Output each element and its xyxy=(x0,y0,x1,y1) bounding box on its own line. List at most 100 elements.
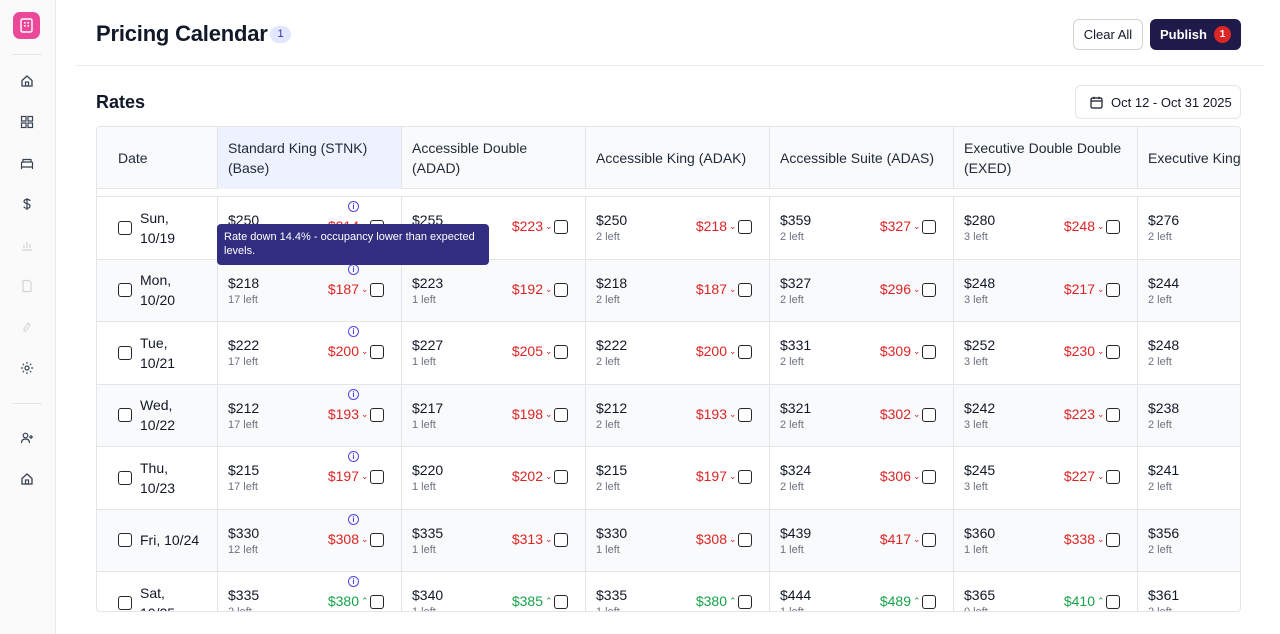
rate-select-checkbox[interactable] xyxy=(1106,470,1120,484)
rate-select-checkbox[interactable] xyxy=(554,595,568,609)
suggested-rate[interactable]: $417 xyxy=(880,531,911,547)
row-select-checkbox[interactable] xyxy=(118,283,132,298)
suggested-rate[interactable]: $193 xyxy=(328,406,359,422)
chevron-down-icon[interactable]: ⌄ xyxy=(1097,408,1105,420)
suggested-rate[interactable]: $193 xyxy=(696,406,727,422)
chevron-down-icon[interactable]: ⌄ xyxy=(729,283,737,295)
suggested-rate[interactable]: $410 xyxy=(1064,593,1095,609)
chevron-down-icon[interactable]: ⌄ xyxy=(1097,283,1105,295)
chevron-down-icon[interactable]: ⌄ xyxy=(913,408,921,420)
chevron-down-icon[interactable]: ⌄ xyxy=(913,220,921,232)
chevron-down-icon[interactable]: ⌄ xyxy=(545,220,553,232)
suggested-rate[interactable]: $248 xyxy=(1064,218,1095,234)
suggested-rate[interactable]: $187 xyxy=(328,281,359,297)
rate-select-checkbox[interactable] xyxy=(370,407,384,422)
rate-select-checkbox[interactable] xyxy=(922,220,936,234)
chevron-down-icon[interactable]: ⌄ xyxy=(1097,345,1105,357)
home-icon[interactable] xyxy=(17,71,37,91)
suggested-rate[interactable]: $202 xyxy=(512,468,543,484)
grid-icon[interactable] xyxy=(17,112,37,132)
building-icon[interactable] xyxy=(17,469,37,489)
info-icon[interactable]: i xyxy=(348,326,359,337)
rate-select-checkbox[interactable] xyxy=(1106,407,1120,422)
chevron-down-icon[interactable]: ⌄ xyxy=(913,283,921,295)
dollar-icon[interactable] xyxy=(17,194,37,214)
chevron-down-icon[interactable]: ⌄ xyxy=(361,533,369,545)
chevron-down-icon[interactable]: ⌄ xyxy=(361,408,369,420)
row-select-checkbox[interactable] xyxy=(118,595,132,610)
rate-select-checkbox[interactable] xyxy=(1106,532,1120,547)
suggested-rate[interactable]: $227 xyxy=(1064,468,1095,484)
chevron-down-icon[interactable]: ⌄ xyxy=(1097,470,1105,482)
chevron-down-icon[interactable]: ⌄ xyxy=(361,470,369,482)
chevron-up-icon[interactable]: ⌃ xyxy=(361,595,369,607)
rate-select-checkbox[interactable] xyxy=(370,470,384,484)
suggested-rate[interactable]: $205 xyxy=(512,343,543,359)
row-select-checkbox[interactable] xyxy=(118,345,132,360)
row-select-checkbox[interactable] xyxy=(118,408,132,423)
chevron-up-icon[interactable]: ⌃ xyxy=(913,595,921,607)
suggested-rate[interactable]: $223 xyxy=(512,218,543,234)
chevron-up-icon[interactable]: ⌃ xyxy=(1097,595,1105,607)
suggested-rate[interactable]: $313 xyxy=(512,531,543,547)
rate-select-checkbox[interactable] xyxy=(922,345,936,359)
add-user-icon[interactable] xyxy=(17,428,37,448)
rate-select-checkbox[interactable] xyxy=(1106,595,1120,609)
rate-select-checkbox[interactable] xyxy=(554,282,568,297)
suggested-rate[interactable]: $200 xyxy=(696,343,727,359)
chevron-down-icon[interactable]: ⌄ xyxy=(729,408,737,420)
chevron-up-icon[interactable]: ⌃ xyxy=(729,595,737,607)
rate-select-checkbox[interactable] xyxy=(738,532,752,547)
suggested-rate[interactable]: $489 xyxy=(880,593,911,609)
suggested-rate[interactable]: $309 xyxy=(880,343,911,359)
suggested-rate[interactable]: $187 xyxy=(696,281,727,297)
info-icon[interactable]: i xyxy=(348,451,359,462)
suggested-rate[interactable]: $197 xyxy=(328,468,359,484)
chevron-down-icon[interactable]: ⌄ xyxy=(729,533,737,545)
row-select-checkbox[interactable] xyxy=(118,470,132,485)
suggested-rate[interactable]: $200 xyxy=(328,343,359,359)
chevron-down-icon[interactable]: ⌄ xyxy=(545,345,553,357)
info-icon[interactable]: i xyxy=(348,513,359,525)
suggested-rate[interactable]: $296 xyxy=(880,281,911,297)
chevron-down-icon[interactable]: ⌄ xyxy=(729,220,737,232)
suggested-rate[interactable]: $302 xyxy=(880,406,911,422)
suggested-rate[interactable]: $223 xyxy=(1064,406,1095,422)
rate-select-checkbox[interactable] xyxy=(922,595,936,609)
rate-select-checkbox[interactable] xyxy=(922,532,936,547)
clear-all-button[interactable]: Clear All xyxy=(1073,19,1143,50)
app-logo-icon[interactable] xyxy=(13,12,40,39)
chevron-down-icon[interactable]: ⌄ xyxy=(545,470,553,482)
info-icon[interactable]: i xyxy=(348,263,359,275)
suggested-rate[interactable]: $338 xyxy=(1064,531,1095,547)
document-icon[interactable] xyxy=(17,276,37,296)
rate-select-checkbox[interactable] xyxy=(1106,282,1120,297)
rate-select-checkbox[interactable] xyxy=(922,407,936,422)
rate-select-checkbox[interactable] xyxy=(1106,220,1120,234)
chevron-down-icon[interactable]: ⌄ xyxy=(545,408,553,420)
rate-select-checkbox[interactable] xyxy=(738,345,752,359)
rate-select-checkbox[interactable] xyxy=(738,407,752,422)
chevron-down-icon[interactable]: ⌄ xyxy=(729,345,737,357)
suggested-rate[interactable]: $308 xyxy=(328,531,359,547)
suggested-rate[interactable]: $192 xyxy=(512,281,543,297)
rate-select-checkbox[interactable] xyxy=(738,470,752,484)
chevron-down-icon[interactable]: ⌄ xyxy=(545,283,553,295)
suggested-rate[interactable]: $385 xyxy=(512,593,543,609)
chevron-down-icon[interactable]: ⌄ xyxy=(1097,220,1105,232)
rate-select-checkbox[interactable] xyxy=(370,282,384,297)
suggested-rate[interactable]: $327 xyxy=(880,218,911,234)
rate-select-checkbox[interactable] xyxy=(738,220,752,234)
suggested-rate[interactable]: $380 xyxy=(696,593,727,609)
suggested-rate[interactable]: $230 xyxy=(1064,343,1095,359)
chevron-down-icon[interactable]: ⌄ xyxy=(361,345,369,357)
rate-select-checkbox[interactable] xyxy=(554,470,568,484)
rate-select-checkbox[interactable] xyxy=(1106,345,1120,359)
bed-icon[interactable] xyxy=(17,153,37,173)
suggested-rate[interactable]: $198 xyxy=(512,406,543,422)
settings-icon[interactable] xyxy=(17,358,37,378)
row-select-checkbox[interactable] xyxy=(118,220,132,235)
info-icon[interactable]: i xyxy=(348,576,359,587)
date-range-picker[interactable]: Oct 12 - Oct 31 2025 xyxy=(1075,85,1241,119)
row-select-checkbox[interactable] xyxy=(118,533,132,548)
